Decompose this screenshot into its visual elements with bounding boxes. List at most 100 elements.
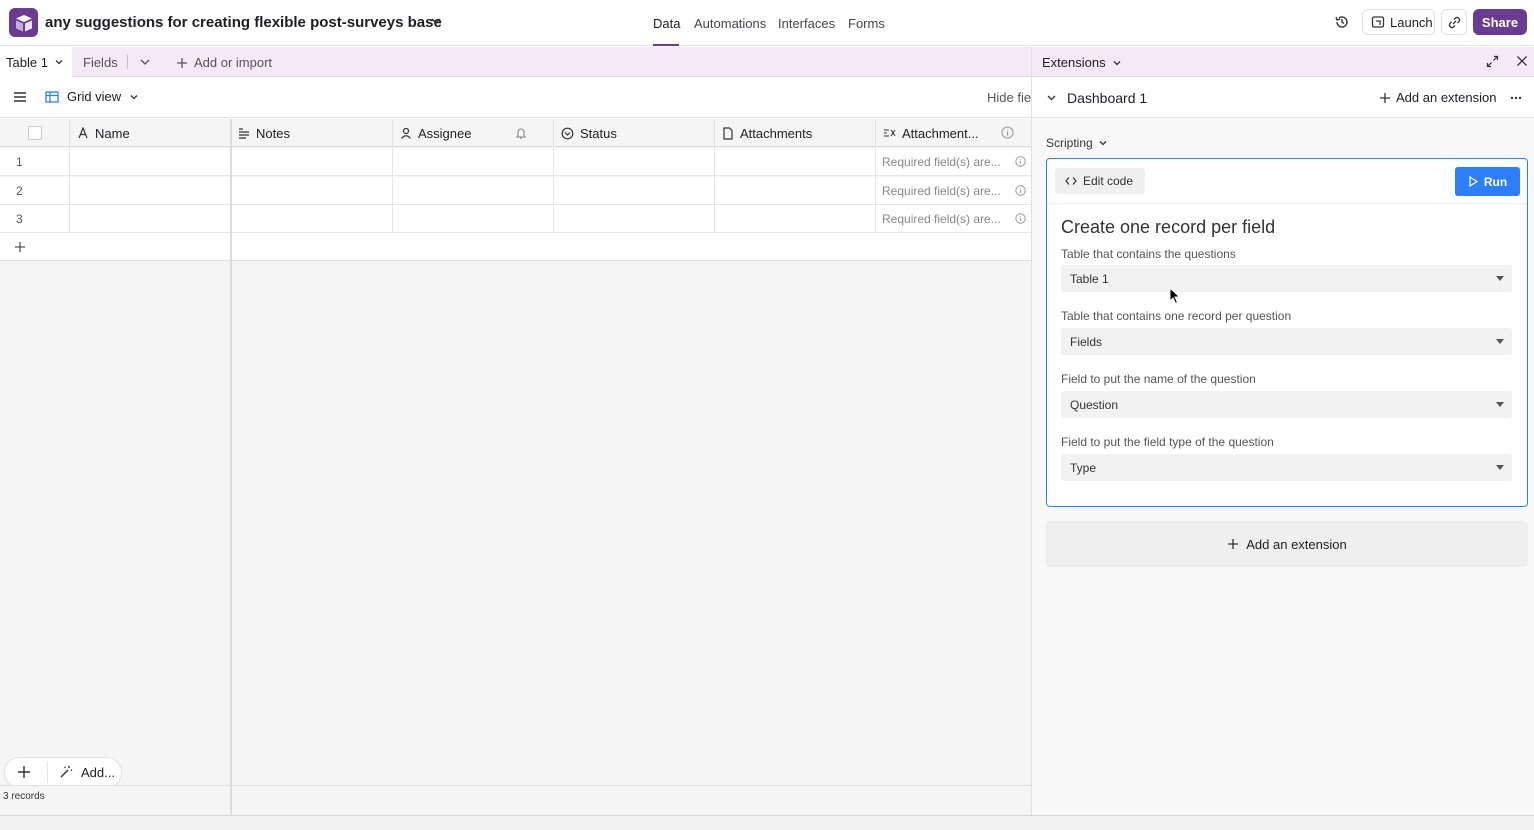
expand-icon[interactable] [1486, 55, 1499, 68]
extensions-header: Extensions [1032, 47, 1534, 77]
copy-link-button[interactable] [1441, 9, 1467, 35]
table-tab-fields[interactable]: Fields [83, 55, 118, 70]
add-record-row[interactable] [0, 233, 1031, 261]
fields-table-select[interactable]: Fields [1061, 328, 1512, 355]
dashboard-title[interactable]: Dashboard 1 [1067, 90, 1147, 106]
status-cell[interactable] [554, 205, 715, 233]
row-number: 3 [16, 212, 23, 226]
info-icon[interactable] [1015, 213, 1026, 224]
pill-divider [47, 762, 48, 783]
edit-code-button[interactable]: Edit code [1055, 168, 1145, 194]
single-select-icon [561, 127, 574, 139]
scripting-extension-menu[interactable]: Scripting [1046, 136, 1108, 150]
name-cell[interactable] [70, 148, 231, 176]
column-label: Attachments [740, 125, 813, 141]
chevron-down-icon[interactable] [430, 15, 442, 27]
plus-icon[interactable] [14, 241, 26, 253]
share-button[interactable]: Share [1473, 9, 1527, 35]
assignee-cell[interactable] [393, 205, 554, 233]
table-row[interactable]: 3 Required field(s) are... [0, 205, 1031, 233]
add-or-import-label: Add or import [194, 55, 273, 70]
assignee-cell[interactable] [393, 148, 554, 176]
hamburger-menu-icon[interactable] [13, 91, 27, 103]
add-extension-button[interactable]: Add an extension [1379, 90, 1496, 105]
select-value: Table 1 [1070, 271, 1109, 286]
attachments-cell[interactable] [715, 148, 876, 176]
top-bar: any suggestions for creating flexible po… [0, 0, 1534, 46]
magic-wand-icon[interactable] [59, 765, 73, 779]
info-icon[interactable] [1015, 156, 1026, 167]
plus-icon[interactable] [17, 765, 31, 779]
table-row[interactable]: 1 Required field(s) are... [0, 148, 1031, 176]
dropdown-caret-icon [1496, 339, 1504, 344]
attachments-cell[interactable] [715, 177, 876, 205]
attachment-formula-cell[interactable]: Required field(s) are... [876, 177, 1031, 205]
status-cell[interactable] [554, 177, 715, 205]
column-header-assignee[interactable]: Assignee [393, 119, 554, 147]
column-label: Attachment... [902, 125, 979, 141]
bell-icon[interactable] [515, 127, 527, 139]
formula-icon [884, 129, 896, 137]
extensions-menu[interactable]: Extensions [1042, 55, 1122, 70]
chevron-down-icon[interactable] [139, 56, 151, 68]
column-header-attachments[interactable]: Attachments [715, 119, 876, 147]
code-icon [1065, 177, 1077, 185]
attachment-formula-cell[interactable]: Required field(s) are... [876, 148, 1031, 176]
info-icon[interactable] [1015, 185, 1026, 196]
column-header-notes[interactable]: Notes [231, 119, 393, 147]
name-cell[interactable] [70, 177, 231, 205]
hide-fields-label: Hide fields [987, 90, 1031, 105]
info-icon[interactable] [1001, 126, 1014, 139]
table-row[interactable]: 2 Required field(s) are... [0, 177, 1031, 205]
attachments-cell[interactable] [715, 205, 876, 233]
plus-icon [1380, 92, 1390, 103]
column-label: Status [580, 125, 617, 141]
question-label: Table that contains one record per quest… [1061, 309, 1292, 323]
scripting-card: Edit code Run Create one record per fiel… [1046, 158, 1528, 507]
hide-fields-button[interactable]: Hide fields [983, 90, 1031, 105]
close-icon[interactable] [1516, 55, 1528, 67]
chevron-down-icon[interactable] [54, 57, 64, 67]
notes-cell[interactable] [231, 205, 393, 233]
play-icon [1469, 176, 1478, 187]
column-header-name[interactable]: Name [70, 119, 231, 147]
column-header-attachment-formula[interactable]: Attachment... [876, 119, 1031, 147]
table-tab-table-1[interactable]: Table 1 [0, 47, 72, 77]
nav-tab-forms[interactable]: Forms [848, 16, 885, 31]
base-title[interactable]: any suggestions for creating flexible po… [45, 14, 442, 31]
field-type-field-select[interactable]: Type [1061, 454, 1512, 481]
attachment-formula-cell[interactable]: Required field(s) are... [876, 205, 1031, 233]
launch-button[interactable]: Launch [1362, 9, 1435, 35]
history-icon[interactable] [1333, 13, 1351, 31]
status-cell[interactable] [554, 148, 715, 176]
add-with-ai-button[interactable]: Add... [81, 765, 115, 780]
window-bottom-edge [0, 815, 1534, 830]
nav-tab-data[interactable]: Data [653, 16, 680, 31]
run-button[interactable]: Run [1455, 167, 1520, 196]
grid-view-icon [45, 90, 59, 103]
frozen-column-divider[interactable] [230, 119, 232, 785]
view-switcher[interactable]: Grid view [45, 89, 139, 104]
nav-tab-automations[interactable]: Automations [694, 16, 766, 31]
chevron-down-icon [130, 94, 138, 99]
notes-cell[interactable] [231, 177, 393, 205]
nav-tab-interfaces[interactable]: Interfaces [778, 16, 835, 31]
plus-icon [177, 57, 187, 68]
chevron-down-icon[interactable] [1046, 92, 1057, 103]
add-extension-label: Add an extension [1396, 90, 1497, 105]
airtable-logo-icon[interactable] [9, 8, 38, 37]
assignee-cell[interactable] [393, 177, 554, 205]
select-all-cell[interactable] [0, 119, 70, 147]
data-grid: Name Notes Assignee Status Attachments A… [0, 119, 1031, 785]
name-cell[interactable] [70, 205, 231, 233]
add-or-import-button[interactable]: Add or import [176, 55, 272, 70]
question-name-field-select[interactable]: Question [1061, 391, 1512, 418]
select-all-checkbox[interactable] [27, 126, 42, 140]
row-number: 1 [16, 155, 23, 169]
questions-table-select[interactable]: Table 1 [1061, 265, 1512, 292]
notes-cell[interactable] [231, 148, 393, 176]
add-extension-block[interactable]: Add an extension [1046, 521, 1528, 567]
column-label: Name [95, 125, 130, 141]
column-header-status[interactable]: Status [554, 119, 715, 147]
more-options-icon[interactable] [1510, 96, 1522, 100]
